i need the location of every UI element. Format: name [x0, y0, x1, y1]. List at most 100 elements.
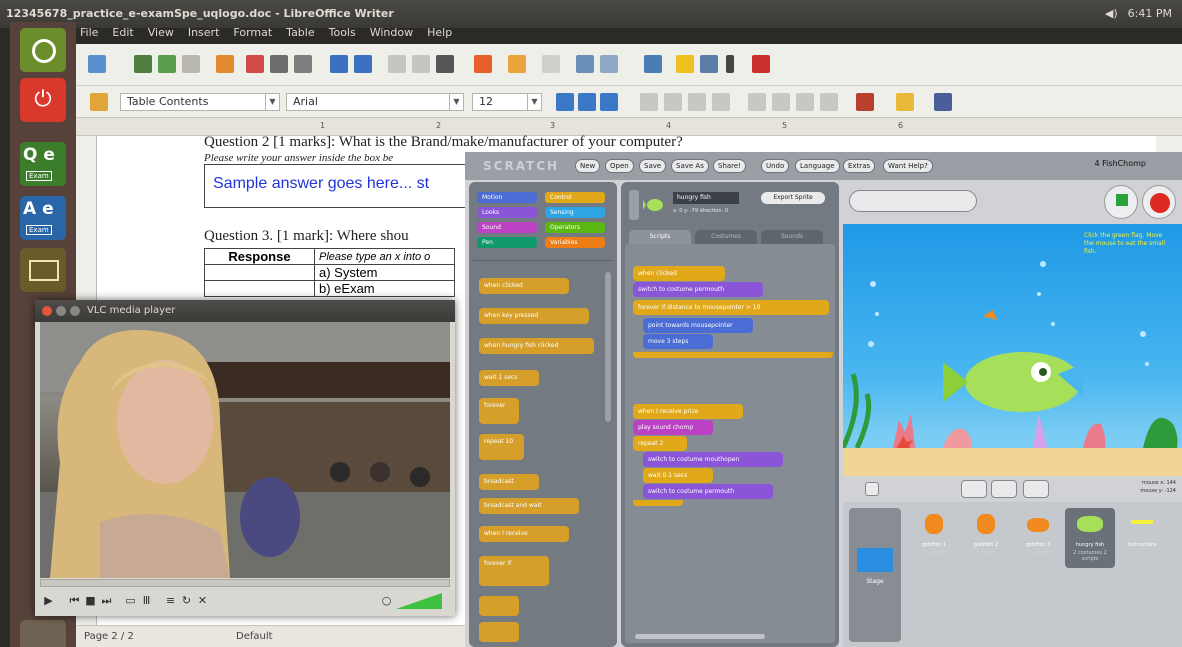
green-flag-button[interactable]: [1104, 185, 1138, 219]
previous-icon[interactable]: ⏮: [68, 594, 81, 607]
styles-icon[interactable]: [90, 93, 108, 111]
script-area[interactable]: when clicked switch to costume permouth …: [625, 244, 835, 643]
align-center-icon[interactable]: [664, 93, 682, 111]
trash-icon[interactable]: [20, 620, 66, 647]
clock[interactable]: 6:41 PM: [1128, 0, 1172, 28]
extended-settings-icon[interactable]: Ⅲ: [140, 594, 153, 607]
stop-icon[interactable]: ■: [84, 594, 97, 607]
script-block[interactable]: when clicked: [633, 266, 725, 281]
playlist-icon[interactable]: ≡: [164, 594, 177, 607]
palette-scrollbar[interactable]: [605, 272, 611, 422]
underline-icon[interactable]: [600, 93, 618, 111]
script-block[interactable]: repeat 2: [633, 436, 687, 451]
undo-icon[interactable]: [508, 55, 526, 73]
palette-block[interactable]: repeat 10: [479, 434, 524, 460]
script-block[interactable]: wait 0.1 secs: [643, 468, 713, 483]
paragraph-style-select[interactable]: Table Contents ▼: [120, 93, 280, 111]
rotation-style-buttons[interactable]: [629, 190, 639, 220]
email-icon[interactable]: [182, 55, 200, 73]
shuffle-icon[interactable]: ✕: [196, 594, 209, 607]
formatting-marks-icon[interactable]: [726, 55, 734, 73]
palette-block[interactable]: broadcast: [479, 474, 539, 490]
script-block[interactable]: forever if distance to mousepointer > 10: [633, 300, 829, 315]
cursor-tools[interactable]: [849, 190, 977, 212]
tab-costumes[interactable]: Costumes: [695, 230, 757, 244]
menu-file[interactable]: File: [80, 22, 98, 44]
close-icon[interactable]: [42, 306, 52, 316]
script-block[interactable]: switch to costume permouth: [643, 484, 773, 499]
copy-icon[interactable]: [412, 55, 430, 73]
numbering-icon[interactable]: [748, 93, 766, 111]
menu-tools[interactable]: Tools: [329, 22, 356, 44]
tab-scripts[interactable]: Scripts: [629, 230, 691, 244]
category-control[interactable]: Control: [545, 192, 605, 203]
palette-block[interactable]: when key pressed: [479, 308, 589, 324]
script-block[interactable]: switch to costume permouth: [633, 282, 763, 297]
category-looks[interactable]: Looks: [477, 207, 537, 218]
italic-icon[interactable]: [578, 93, 596, 111]
print-icon[interactable]: [270, 55, 288, 73]
menu-window[interactable]: Window: [370, 22, 413, 44]
maximize-icon[interactable]: [70, 306, 80, 316]
font-color-icon[interactable]: [856, 93, 874, 111]
menu-undo[interactable]: Undo: [761, 159, 790, 173]
bold-icon[interactable]: [556, 93, 574, 111]
gallery-icon[interactable]: [700, 55, 718, 73]
mute-icon[interactable]: ○: [380, 594, 393, 607]
category-motion[interactable]: Motion: [477, 192, 537, 203]
question-exam-icon[interactable]: Q e Exam: [20, 142, 66, 186]
paint-sprite-icon[interactable]: [961, 480, 987, 498]
choose-sprite-icon[interactable]: [991, 480, 1017, 498]
navigator-icon[interactable]: [676, 55, 694, 73]
stage[interactable]: Click the green flag. Move the mouse to …: [843, 224, 1182, 476]
stop-button[interactable]: [1142, 185, 1176, 219]
show-draw-functions-icon[interactable]: [644, 55, 662, 73]
writer-document-icon[interactable]: [20, 248, 66, 292]
highlighting-icon[interactable]: [896, 93, 914, 111]
menu-help[interactable]: Help: [427, 22, 452, 44]
justify-icon[interactable]: [712, 93, 730, 111]
sprite-goldfish-3[interactable]: goldfish 3 1 script: [1013, 508, 1063, 568]
palette-block[interactable]: when clicked: [479, 278, 569, 294]
minimize-icon[interactable]: [56, 306, 66, 316]
script-block[interactable]: point towards mousepointer: [643, 318, 753, 333]
zoom-icon[interactable]: [752, 55, 770, 73]
menu-help[interactable]: Want Help?: [883, 159, 933, 173]
menu-insert[interactable]: Insert: [188, 22, 220, 44]
category-operators[interactable]: Operators: [545, 222, 605, 233]
sprite-goldfish-2[interactable]: goldfish 2 1 script: [961, 508, 1011, 568]
video-frame[interactable]: [40, 322, 450, 578]
sprite-hungry-fish[interactable]: hungry fish 2 costumes 2 scripts: [1065, 508, 1115, 568]
speaker-icon[interactable]: ◀): [1105, 0, 1118, 28]
sprite-instructions[interactable]: Instructions: [1117, 508, 1167, 568]
menu-language[interactable]: Language: [795, 159, 840, 173]
clone-formatting-icon[interactable]: [474, 55, 492, 73]
vlc-titlebar[interactable]: VLC media player: [35, 300, 455, 322]
menu-open[interactable]: Open: [605, 159, 634, 173]
menu-edit[interactable]: Edit: [112, 22, 133, 44]
surprise-sprite-icon[interactable]: [1023, 480, 1049, 498]
palette-block[interactable]: when I receive: [479, 526, 569, 542]
open-icon[interactable]: [134, 55, 152, 73]
palette-block[interactable]: when hungry fish clicked: [479, 338, 594, 354]
loop-icon[interactable]: ↻: [180, 594, 193, 607]
seek-bar[interactable]: [40, 579, 450, 587]
edit-file-icon[interactable]: [216, 55, 234, 73]
palette-block[interactable]: forever if: [479, 556, 549, 586]
table-icon[interactable]: [600, 55, 618, 73]
font-name-select[interactable]: Arial ▼: [286, 93, 464, 111]
response-cell[interactable]: [204, 264, 315, 281]
sprite-name-field[interactable]: hungry fish: [673, 192, 739, 204]
save-icon[interactable]: [158, 55, 176, 73]
category-sensing[interactable]: Sensing: [545, 207, 605, 218]
script-block[interactable]: play sound chomp: [633, 420, 713, 435]
background-color-icon[interactable]: [934, 93, 952, 111]
menu-save-as[interactable]: Save As: [671, 159, 709, 173]
fullscreen-icon[interactable]: ▭: [124, 594, 137, 607]
align-left-icon[interactable]: [640, 93, 658, 111]
menu-share[interactable]: Share!: [713, 159, 747, 173]
palette-block[interactable]: wait 1 secs: [479, 370, 539, 386]
stage-thumbnail[interactable]: Stage: [849, 508, 901, 642]
spelling-icon[interactable]: [330, 55, 348, 73]
menu-format[interactable]: Format: [233, 22, 272, 44]
